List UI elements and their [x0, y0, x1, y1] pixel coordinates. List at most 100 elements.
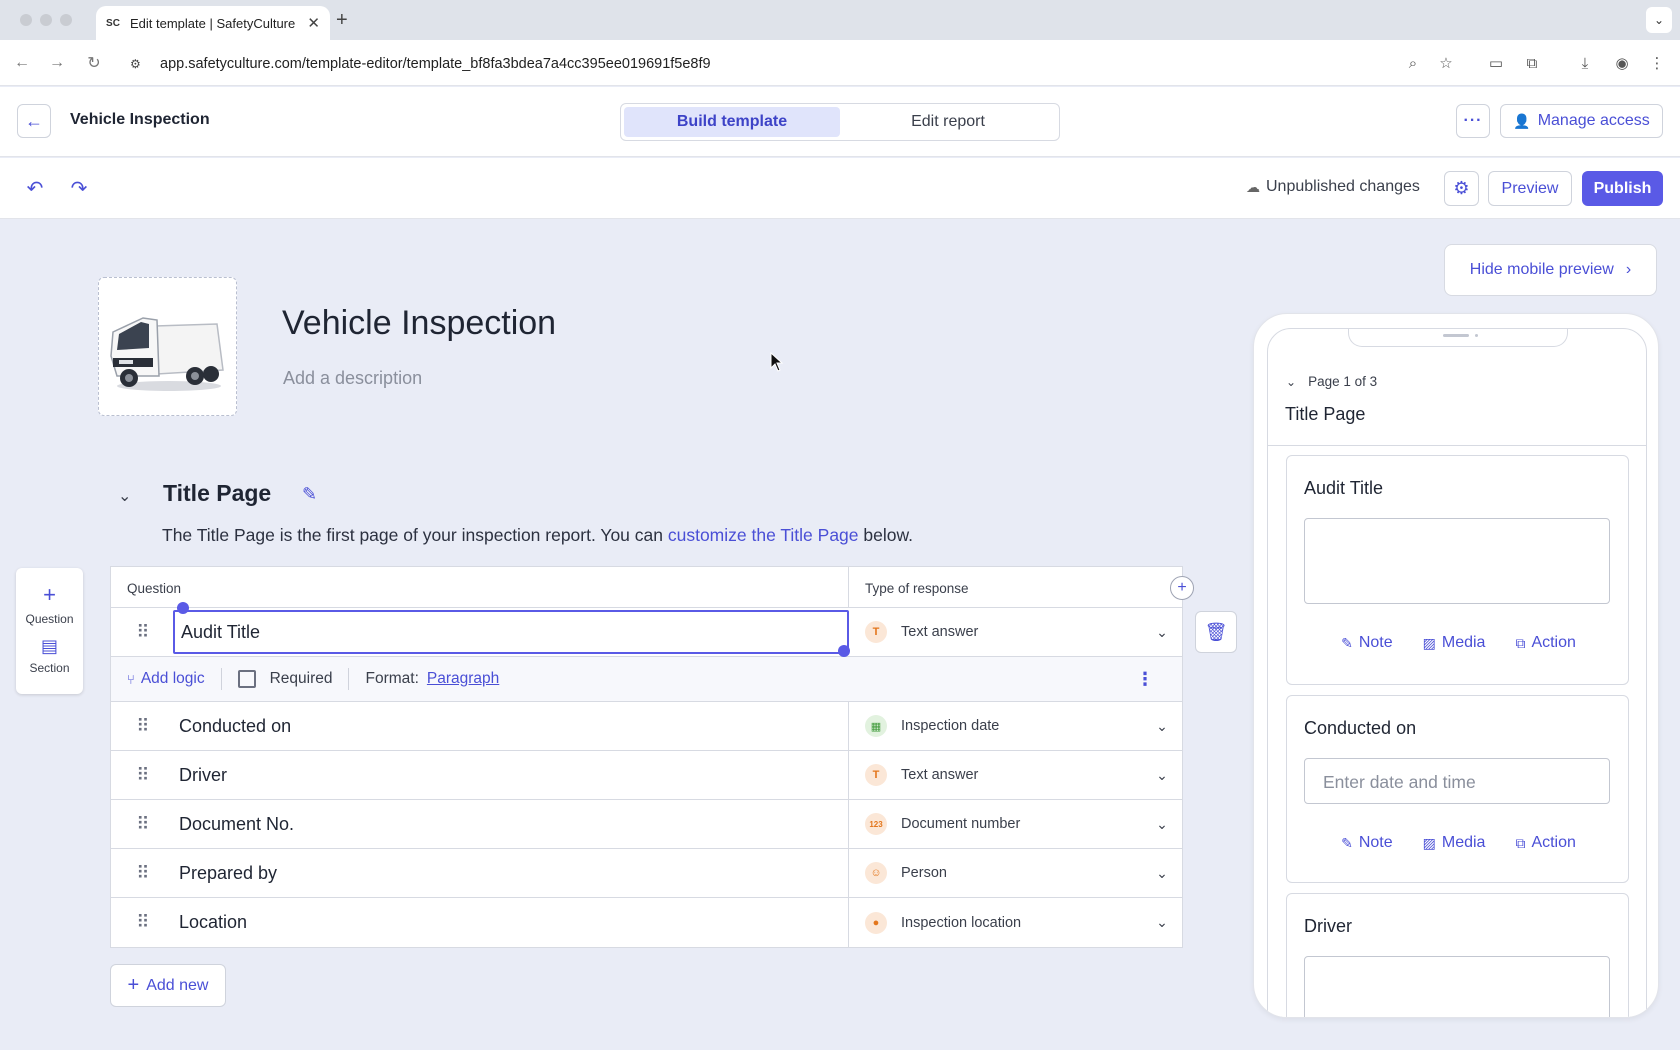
question-text[interactable]: Prepared by: [173, 849, 849, 897]
drag-handle-icon[interactable]: ⠿: [111, 702, 173, 750]
chevron-down-icon: ⌄: [1156, 914, 1168, 930]
collapse-section-icon[interactable]: ⌄: [118, 486, 131, 506]
manage-access-label: Manage access: [1537, 112, 1650, 129]
action-button[interactable]: ⧉ Action: [1515, 634, 1575, 652]
manage-access-button[interactable]: 👤 Manage access: [1500, 104, 1663, 138]
page-indicator[interactable]: ⌄ Page 1 of 3: [1286, 374, 1377, 389]
editor-toolbar: ↶ ↷ ☁ Unpublished changes ⚙ Preview Publ…: [0, 158, 1680, 219]
description-field[interactable]: Add a description: [283, 368, 422, 389]
tab-build-template[interactable]: Build template: [624, 107, 840, 137]
drag-handle-icon[interactable]: ⠿: [111, 849, 173, 897]
person-icon: ☺: [865, 862, 887, 884]
table-row[interactable]: ⠿ Audit Title T Text answer ⌄: [111, 602, 1182, 657]
image-icon: ▨: [1422, 834, 1436, 851]
note-button[interactable]: ✎ Note: [1341, 834, 1393, 852]
add-logic-button[interactable]: ⑂ Add logic: [127, 670, 205, 688]
action-icon: ⧉: [1515, 634, 1526, 651]
download-icon[interactable]: ⤓: [1574, 52, 1596, 74]
mobile-text-area[interactable]: [1304, 956, 1610, 1017]
undo-icon[interactable]: ↶: [22, 175, 48, 201]
question-text[interactable]: Conducted on: [173, 702, 849, 750]
note-icon: ✎: [1341, 834, 1353, 851]
window-minimize-control[interactable]: [40, 14, 52, 26]
back-button[interactable]: ←: [17, 104, 51, 138]
date-time-input[interactable]: Enter date and time: [1304, 758, 1610, 804]
browser-tab[interactable]: SC Edit template | SafetyCulture ✕: [96, 6, 330, 40]
more-options-button[interactable]: ···: [1456, 104, 1490, 138]
table-row[interactable]: ⠿ Document No. 123 Document number ⌄: [111, 800, 1182, 849]
add-column-icon[interactable]: +: [1170, 576, 1194, 600]
question-text-input[interactable]: Audit Title: [173, 610, 849, 654]
drag-handle-icon[interactable]: ⠿: [111, 800, 173, 848]
location-pin-icon: ●: [865, 911, 887, 934]
save-status-label: Unpublished changes: [1266, 178, 1420, 195]
back-arrow-icon[interactable]: ←: [11, 52, 33, 74]
add-question-button[interactable]: + Question: [16, 582, 83, 626]
media-button[interactable]: ▨ Media: [1423, 834, 1486, 852]
required-checkbox[interactable]: [237, 670, 256, 688]
new-tab-icon[interactable]: +: [336, 9, 348, 32]
drag-handle-icon[interactable]: ⠿: [111, 751, 173, 799]
add-new-button[interactable]: + Add new: [110, 964, 226, 1007]
tab-edit-report[interactable]: Edit report: [840, 107, 1056, 137]
response-type-select[interactable]: 123 Document number ⌄: [849, 800, 1182, 848]
add-new-label: Add new: [146, 976, 209, 994]
settings-button[interactable]: ⚙: [1444, 171, 1479, 206]
trash-icon: 🗑: [1204, 621, 1228, 642]
table-row[interactable]: ⠿ Driver T Text answer ⌄: [111, 751, 1182, 800]
response-type-select[interactable]: T Text answer ⌄: [849, 608, 1182, 656]
publish-button[interactable]: Publish: [1582, 171, 1663, 206]
mobile-question-label: Driver: [1304, 916, 1352, 936]
action-button[interactable]: ⧉ Action: [1515, 834, 1575, 852]
drag-handle-icon[interactable]: ⠿: [111, 608, 173, 656]
resize-handle[interactable]: [838, 645, 850, 657]
response-type-select[interactable]: ▦ Inspection date ⌄: [849, 702, 1182, 750]
table-row[interactable]: ⠿ Prepared by ☺ Person ⌄: [111, 849, 1182, 898]
zoom-icon[interactable]: ⌕: [1402, 52, 1424, 74]
bookmark-star-icon[interactable]: ☆: [1435, 52, 1457, 74]
hide-mobile-preview-button[interactable]: Hide mobile preview ›: [1444, 244, 1657, 296]
forward-arrow-icon[interactable]: →: [46, 52, 68, 74]
redo-icon[interactable]: ↷: [66, 175, 92, 201]
tab-close-icon[interactable]: ✕: [307, 14, 320, 32]
question-text[interactable]: Driver: [173, 751, 849, 799]
mobile-page-title: Title Page: [1285, 404, 1366, 424]
response-type-select[interactable]: ☺ Person ⌄: [849, 849, 1182, 897]
media-button[interactable]: ▨ Media: [1423, 634, 1486, 652]
format-paragraph-link[interactable]: Paragraph: [427, 670, 499, 688]
menu-icon[interactable]: ⋮: [1646, 52, 1668, 74]
extensions-icon[interactable]: ⧉: [1521, 52, 1543, 74]
note-button[interactable]: ✎ Note: [1341, 634, 1393, 652]
mobile-text-area[interactable]: [1304, 518, 1610, 604]
response-type-label: Person: [901, 865, 947, 881]
question-column-header: Question: [111, 567, 849, 607]
preview-button[interactable]: Preview: [1488, 171, 1572, 206]
image-icon: ▨: [1422, 634, 1436, 651]
edit-pencil-icon[interactable]: ✎: [302, 484, 317, 505]
customize-title-page-link[interactable]: customize the Title Page: [668, 525, 859, 545]
profile-icon[interactable]: ◉: [1611, 52, 1633, 74]
table-row[interactable]: ⠿ Conducted on ▦ Inspection date ⌄: [111, 702, 1182, 751]
question-text[interactable]: Location: [173, 898, 849, 947]
cast-icon[interactable]: ▭: [1485, 52, 1507, 74]
format-label: Format:: [365, 670, 419, 687]
tab-search-icon[interactable]: ⌄: [1646, 7, 1672, 33]
window-close-control[interactable]: [20, 14, 32, 26]
template-logo[interactable]: [98, 277, 237, 416]
add-section-button[interactable]: ▤ Section: [16, 636, 83, 675]
note-label: Note: [1358, 834, 1393, 851]
table-row[interactable]: ⠿ Location ● Inspection location ⌄: [111, 898, 1182, 947]
site-settings-icon[interactable]: ⚙: [130, 57, 148, 71]
drag-handle-icon[interactable]: ⠿: [111, 898, 173, 947]
question-text[interactable]: Document No.: [173, 800, 849, 848]
kebab-menu-icon[interactable]: ⋮: [1136, 669, 1154, 690]
document-number-icon: 123: [865, 813, 887, 835]
delete-question-button[interactable]: 🗑: [1195, 611, 1237, 653]
resize-handle[interactable]: [177, 602, 189, 614]
template-title[interactable]: Vehicle Inspection: [282, 304, 556, 343]
window-zoom-control[interactable]: [60, 14, 72, 26]
browser-address-bar: ← → ↻ ⚙ app.safetyculture.com/template-e…: [0, 40, 1680, 86]
response-type-select[interactable]: ● Inspection location ⌄: [849, 898, 1182, 947]
reload-icon[interactable]: ↻: [83, 52, 105, 74]
response-type-select[interactable]: T Text answer ⌄: [849, 751, 1182, 799]
